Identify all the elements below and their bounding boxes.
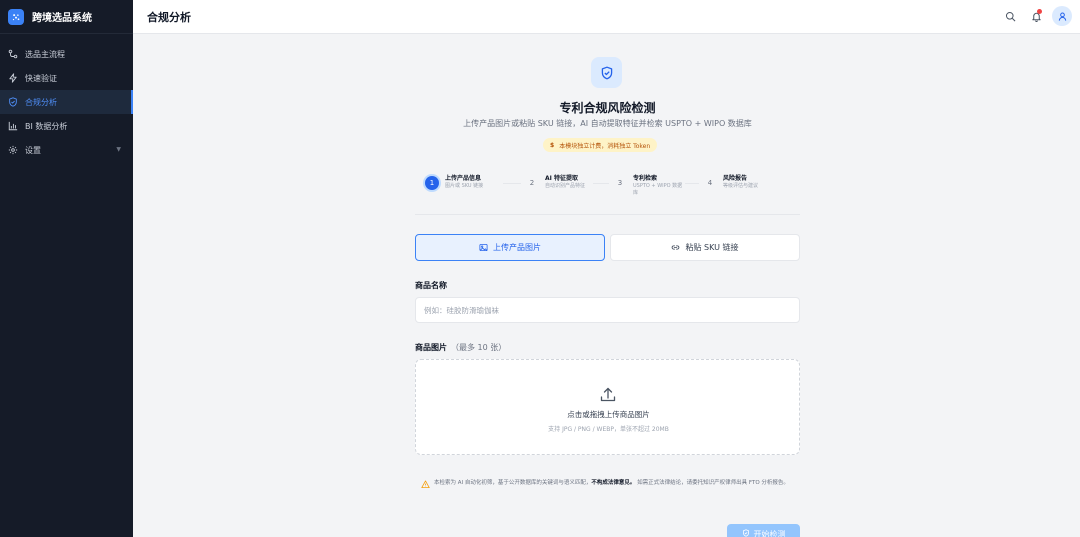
- field-hint: （最多 10 张）: [451, 343, 507, 352]
- warning-icon: [421, 480, 430, 489]
- shield-check-icon: [9, 97, 17, 107]
- legal-disclaimer: 本检索为 AI 自动化初筛，基于公开数据库的关键词与语义匹配，不构成法律意见。 …: [415, 473, 800, 504]
- step-title: 上传产品信息: [445, 175, 482, 182]
- product-images-label: 商品图片 （最多 10 张）: [415, 342, 506, 353]
- sidebar-nav: 选品主流程 快速验证 合规分析 BI 数据分析 设置 ▼: [0, 42, 133, 162]
- tab-label: 粘贴 SKU 链接: [685, 243, 739, 252]
- dropzone-text: 点击或拖拽上传商品图片: [567, 410, 650, 419]
- sidebar-item-bi-analysis[interactable]: BI 数据分析: [0, 114, 133, 138]
- step-number: 1: [425, 176, 439, 190]
- sidebar-item-quick-verify[interactable]: 快速验证: [0, 66, 133, 90]
- header-actions: [994, 6, 1072, 26]
- notification-dot: [1037, 9, 1042, 14]
- bar-chart-icon: [8, 121, 18, 131]
- step-title: AI 特征提取: [545, 175, 578, 182]
- dollar-icon: $: [550, 141, 555, 149]
- sidebar-item-main-flow[interactable]: 选品主流程: [0, 42, 133, 66]
- notifications-button[interactable]: [1026, 6, 1046, 26]
- step-connector: [593, 183, 609, 184]
- sidebar-item-label: 快速验证: [25, 73, 57, 83]
- step-desc: 自动识别产品特征: [545, 183, 586, 189]
- tab-label: 上传产品图片: [493, 243, 541, 252]
- avatar[interactable]: [1052, 6, 1072, 26]
- step-number: 4: [703, 176, 717, 190]
- image-icon: [479, 243, 488, 252]
- sidebar: 跨境选品系统 选品主流程 快速验证 合规分析 BI 数据分析 设置 ▼: [0, 0, 133, 537]
- image-dropzone[interactable]: 点击或拖拽上传商品图片 支持 JPG / PNG / WEBP，单张不超过 20…: [415, 359, 800, 455]
- step-3: 3 专利检索 USPTO + WIPO 数据库: [613, 173, 687, 197]
- sidebar-item-settings[interactable]: 设置 ▼: [0, 138, 133, 162]
- step-title: 风险报告: [723, 175, 748, 182]
- sidebar-item-compliance[interactable]: 合规分析: [0, 90, 133, 114]
- start-detection-button[interactable]: 开始检测: [727, 524, 800, 537]
- step-connector: [503, 183, 521, 184]
- disclaimer-text: 本检索为 AI 自动化初筛，基于公开数据库的关键词与语义匹配，不构成法律意见。 …: [434, 479, 789, 504]
- link-icon: [672, 245, 680, 250]
- step-desc: USPTO + WIPO 数据库: [633, 183, 683, 196]
- search-button[interactable]: [1000, 6, 1020, 26]
- step-2: 2 AI 特征提取 自动识别产品特征: [525, 173, 585, 190]
- search-icon: [1005, 11, 1015, 21]
- field-label-text: 商品图片: [415, 343, 447, 352]
- disclaimer-post: 如需正式法律结论，请委托知识产权律师出具 FTO 分析报告。: [637, 480, 789, 486]
- section-title: 专利合规风险检测: [559, 101, 656, 115]
- dropzone-subtext: 支持 JPG / PNG / WEBP，单张不超过 20MB: [548, 426, 669, 433]
- step-number: 2: [525, 176, 539, 190]
- brand: 跨境选品系统: [0, 0, 133, 34]
- step-title: 专利检索: [633, 175, 658, 182]
- disclaimer-pre: 本检索为 AI 自动化初筛，基于公开数据库的关键词与语义匹配，: [434, 480, 592, 486]
- step-1: 1 上传产品信息 图片或 SKU 链接: [425, 173, 483, 190]
- divider: [415, 214, 800, 215]
- billing-badge: $ 本模块独立计费，消耗独立 Token: [543, 138, 658, 152]
- product-name-input[interactable]: [415, 297, 800, 323]
- step-desc: 图片或 SKU 链接: [445, 183, 484, 189]
- step-desc: 等级评估与建议: [723, 183, 759, 189]
- gear-icon: [8, 145, 18, 155]
- top-header: 合规分析: [133, 0, 1080, 34]
- tab-upload-image[interactable]: 上传产品图片: [415, 234, 605, 261]
- billing-badge-text: 本模块独立计费，消耗独立 Token: [559, 142, 651, 150]
- upload-icon: [600, 387, 616, 402]
- user-icon: [1058, 12, 1066, 21]
- main-content: 专利合规风险检测 上传产品图片或粘贴 SKU 链接，AI 自动提取特征并检索 U…: [133, 35, 1080, 537]
- chevron-down-icon: ▼: [116, 146, 121, 153]
- tab-paste-sku[interactable]: 粘贴 SKU 链接: [610, 234, 800, 261]
- app-title: 跨境选品系统: [32, 13, 92, 24]
- zap-icon: [9, 73, 17, 83]
- section-subtitle: 上传产品图片或粘贴 SKU 链接，AI 自动提取特征并检索 USPTO + WI…: [463, 119, 752, 128]
- step-connector: [685, 183, 699, 184]
- progress-steps: 1 上传产品信息 图片或 SKU 链接 2 AI 特征提取 自动识别产品特征 3…: [425, 173, 795, 203]
- step-4: 4 风险报告 等级评估与建议: [703, 173, 758, 190]
- workflow-icon: [8, 49, 18, 59]
- step-number: 3: [613, 176, 627, 190]
- app-logo-icon: [8, 8, 24, 25]
- sidebar-item-label: 合规分析: [25, 97, 57, 107]
- shield-check-icon: [742, 529, 749, 537]
- shield-check-icon: [591, 57, 622, 88]
- start-button-label: 开始检测: [753, 530, 786, 537]
- product-name-label: 商品名称: [415, 281, 447, 290]
- sidebar-item-label: 选品主流程: [25, 49, 65, 59]
- sidebar-item-label: BI 数据分析: [25, 121, 68, 131]
- sidebar-item-label: 设置: [25, 145, 41, 155]
- page-title: 合规分析: [147, 10, 191, 24]
- disclaimer-bold: 不构成法律意见。: [591, 480, 636, 486]
